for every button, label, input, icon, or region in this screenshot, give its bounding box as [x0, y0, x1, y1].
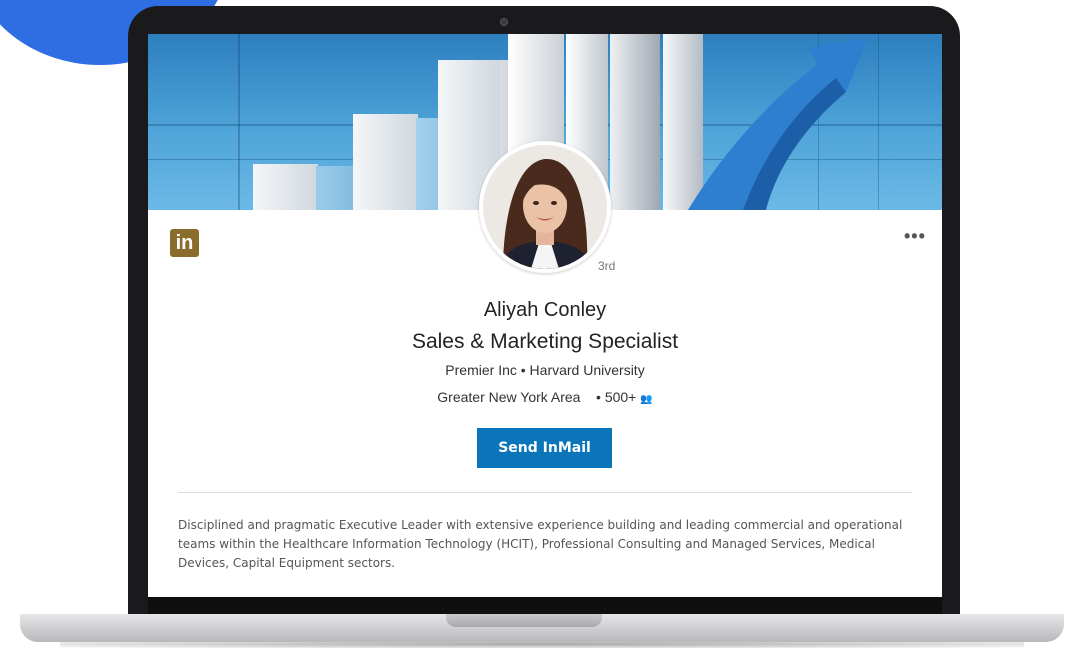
- connection-count: • 500+: [596, 389, 637, 405]
- people-icon: 👥: [640, 394, 653, 405]
- laptop-notch: [446, 614, 602, 627]
- profile-headline: Sales & Marketing Specialist: [411, 330, 679, 353]
- chart-bar-graphic: [353, 114, 418, 210]
- linkedin-logo-icon: in: [170, 229, 199, 257]
- profile-photo: [483, 145, 607, 269]
- banner-grid-line: [238, 34, 240, 210]
- laptop-base: [20, 614, 1064, 642]
- profile-location-row: Greater New York Area • 500+ 👥: [148, 389, 942, 405]
- send-inmail-button[interactable]: Send InMail: [477, 428, 612, 468]
- profile-card: 3rd in ••• Aliyah Conley Sales & Marketi…: [148, 34, 942, 597]
- more-options-button[interactable]: •••: [904, 226, 926, 247]
- profile-summary: Disciplined and pragmatic Executive Lead…: [178, 518, 903, 570]
- chart-bar-graphic: [253, 164, 318, 210]
- connection-degree: 3rd: [598, 259, 616, 273]
- chart-bar-graphic: [610, 34, 660, 210]
- profile-name: Aliyah Conley: [483, 299, 607, 321]
- camera-icon: [500, 18, 508, 26]
- growth-arrow-graphic: [688, 38, 868, 210]
- profile-location: Greater New York Area: [437, 389, 581, 405]
- divider: [178, 492, 912, 493]
- banner-grid-line: [878, 34, 879, 210]
- avatar[interactable]: [479, 141, 611, 273]
- profile-company: Premier Inc • Harvard University: [445, 362, 645, 378]
- screen-bezel-bottom: [148, 597, 942, 615]
